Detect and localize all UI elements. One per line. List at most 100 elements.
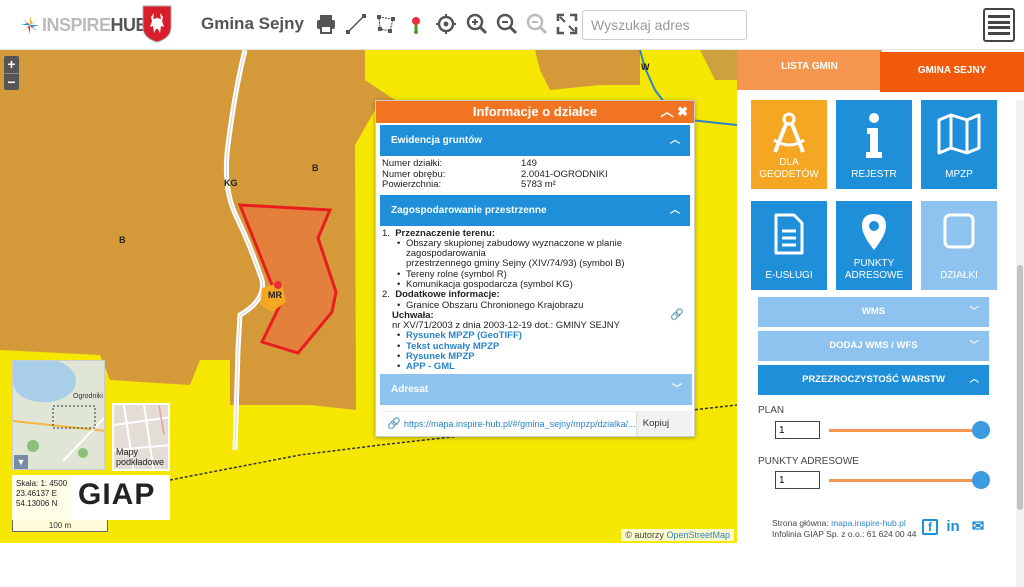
- accordion-zagospodarowanie[interactable]: Zagospodarowanie przestrzenne ︿: [380, 194, 690, 226]
- tile-label: DZIAŁKI: [940, 270, 978, 281]
- tile-e-uslugi[interactable]: E-USŁUGI: [751, 201, 827, 290]
- tile-label: MPZP: [945, 169, 973, 180]
- right-sidebar: LISTA GMIN GMINA SEJNY DLA GEODETÓW REJE…: [737, 50, 1024, 587]
- tile-label: DLA GEODETÓW: [759, 157, 819, 180]
- tile-dla-geodetow[interactable]: DLA GEODETÓW: [751, 100, 827, 189]
- add-wms-wfs-bar[interactable]: DODAJ WMS / WFS ﹀: [758, 331, 989, 361]
- chevron-down-icon: ﹀: [672, 384, 682, 395]
- punkty-slider-track[interactable]: [829, 479, 981, 482]
- water-label-w: W: [641, 62, 650, 72]
- przeznaczenie-title: Przeznaczenie terenu:: [395, 227, 495, 239]
- email-icon[interactable]: ✉: [970, 519, 986, 535]
- link-icon[interactable]: 🔗: [670, 308, 684, 321]
- tile-rejestr[interactable]: REJESTR: [836, 100, 912, 189]
- logo-star-icon: [21, 16, 39, 34]
- minimap-place-label: Ogrodniki: [73, 393, 103, 400]
- map-zoom-control: + −: [4, 56, 19, 90]
- zone-label-mr: MR: [268, 290, 282, 300]
- print-icon[interactable]: [315, 13, 337, 35]
- base-maps-label: Mapy podkładowe: [116, 447, 165, 467]
- punkty-slider-label: PUNKTY ADRESOWE: [758, 456, 859, 467]
- parcel-info-popup: Informacje o działce ︿ ✖ Ewidencja grunt…: [375, 100, 695, 437]
- sidebar-footer: Strona główna: mapa.inspire-hub.pl Infol…: [772, 518, 916, 540]
- punkty-opacity-input[interactable]: [775, 471, 820, 489]
- coordinate-n: 54.13006 N: [16, 499, 58, 508]
- sidebar-scrollbar[interactable]: [1016, 100, 1024, 587]
- copy-link-button[interactable]: Kopiuj link: [635, 411, 692, 436]
- add-wms-wfs-label: DODAJ WMS / WFS: [829, 340, 918, 351]
- zoning-details: 1. Przeznaczenie terenu: Obszary skupion…: [382, 227, 694, 373]
- footer-home-prefix: Strona główna:: [772, 518, 829, 528]
- map-zoom-out-button[interactable]: −: [4, 73, 19, 90]
- plan-slider-track[interactable]: [829, 429, 981, 432]
- zoning-item: Komunikacja gospodarcza (symbol KG): [382, 279, 694, 290]
- dodatkowe-item: Granice Obszaru Chronionego Krajobrazu: [382, 300, 694, 311]
- chevron-up-icon: ︿: [969, 374, 979, 385]
- menu-button[interactable]: [983, 8, 1015, 42]
- tile-label: REJESTR: [851, 169, 897, 180]
- tile-punkty-adresowe[interactable]: PUNKTY ADRESOWE: [836, 201, 912, 290]
- location-pin-icon[interactable]: [405, 13, 427, 35]
- coordinate-e: 23.46137 E: [16, 489, 57, 498]
- parcel-info-table: Numer działki: 149 Numer obrębu: 2.0041-…: [382, 159, 694, 191]
- chevron-down-icon: ﹀: [969, 306, 979, 317]
- zoom-in-icon[interactable]: [466, 13, 488, 35]
- attribution-link[interactable]: OpenStreetMap: [666, 530, 730, 540]
- minimap-toggle-icon[interactable]: ▼: [14, 455, 28, 469]
- tile-label: PUNKTY ADRESOWE: [844, 258, 904, 281]
- tab-gmina-sejny[interactable]: GMINA SEJNY: [880, 52, 1024, 92]
- scale-info: Skala: 1: 4500 23.46137 E 54.13006 N: [12, 475, 72, 520]
- punkty-slider-handle[interactable]: [972, 471, 990, 489]
- info-icon: [866, 113, 882, 158]
- minimap-graphic: [13, 361, 104, 469]
- attribution-text: © autorzy: [625, 530, 664, 540]
- measure-area-icon[interactable]: [375, 13, 397, 35]
- footer-home-link[interactable]: mapa.inspire-hub.pl: [831, 518, 906, 528]
- wms-bar-label: WMS: [861, 306, 886, 317]
- measure-line-icon[interactable]: [345, 13, 367, 35]
- share-link-bar: 🔗 https://mapa.inspire-hub.pl/#/gmina_se…: [380, 411, 692, 436]
- linkedin-icon[interactable]: in: [945, 519, 961, 535]
- giap-logo-text: GIAP: [78, 478, 156, 511]
- giap-logo: GIAP: [72, 475, 170, 520]
- crosshair-icon[interactable]: [435, 13, 457, 35]
- tile-dzialki[interactable]: DZIAŁKI: [921, 201, 997, 290]
- accordion-adresat[interactable]: Adresat ﹀: [380, 374, 692, 405]
- scrollbar-thumb[interactable]: [1017, 265, 1023, 510]
- scale-bar: 100 m: [12, 520, 108, 532]
- link-icon: 🔗: [387, 418, 401, 430]
- close-icon[interactable]: ✖: [677, 104, 688, 119]
- zone-label-b: B: [312, 163, 319, 173]
- scale-text: Skala: 1: 4500: [16, 479, 68, 488]
- collapse-icon[interactable]: ︿: [660, 104, 673, 119]
- gmina-title: Gmina Sejny: [201, 14, 304, 33]
- compass-icon: [773, 112, 805, 153]
- info-key: Numer działki:: [382, 158, 443, 169]
- wms-bar[interactable]: WMS ﹀: [758, 297, 989, 327]
- popup-title: Informacje o działce: [472, 104, 598, 119]
- search-input[interactable]: [582, 10, 747, 40]
- menu-line: [988, 26, 1010, 30]
- share-url[interactable]: https://mapa.inspire-hub.pl/#/gmina_sejn…: [404, 419, 636, 429]
- inspirehub-logo[interactable]: INSPIREHUB: [20, 13, 149, 37]
- link-app-gml[interactable]: APP - GML: [406, 361, 455, 372]
- zoom-disabled-icon[interactable]: [526, 13, 548, 35]
- plan-slider-handle[interactable]: [972, 421, 990, 439]
- fullscreen-icon[interactable]: [556, 13, 578, 35]
- dodatkowe-title: Dodatkowe informacje:: [395, 289, 500, 301]
- tile-mpzp[interactable]: MPZP: [921, 100, 997, 189]
- accordion-ewidencja[interactable]: Ewidencja gruntów ︿: [380, 125, 690, 156]
- zoom-out-icon[interactable]: [496, 13, 518, 35]
- map-attribution: © autorzy OpenStreetMap: [621, 529, 734, 541]
- layer-transparency-bar[interactable]: PRZEZROCZYSTOŚĆ WARSTW ︿: [758, 365, 989, 395]
- document-icon: [774, 213, 804, 255]
- info-value: 5783 m²: [521, 179, 556, 190]
- overview-minimap[interactable]: Ogrodniki: [12, 360, 105, 470]
- map-zoom-in-button[interactable]: +: [4, 56, 19, 73]
- plan-opacity-input[interactable]: [775, 421, 820, 439]
- base-maps-button[interactable]: Mapy podkładowe: [112, 403, 170, 471]
- facebook-icon[interactable]: f: [922, 519, 938, 535]
- accordion-adresat-label: Adresat: [391, 384, 429, 395]
- top-header: INSPIREHUB Gmina Sejny: [0, 0, 1024, 50]
- tab-lista-gmin[interactable]: LISTA GMIN: [737, 50, 882, 90]
